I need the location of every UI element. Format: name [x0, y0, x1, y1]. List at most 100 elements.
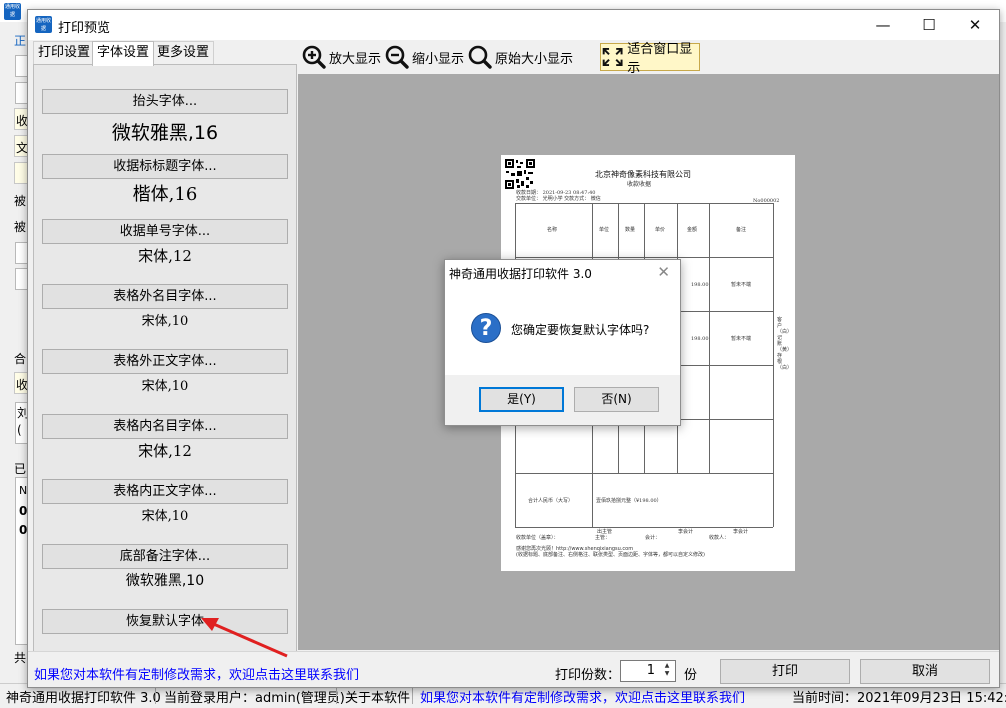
font-settings-pane: 抬头字体... 微软雅黑,16 收据标标题字体... 楷体,16 收据单号字体.… [33, 64, 297, 652]
tab-more-settings[interactable]: 更多设置 [152, 41, 215, 64]
receipt-subtitle: 收款收据 [627, 181, 652, 188]
row-remark: 暂未不端 [731, 336, 752, 342]
footer-font-value: 微软雅黑,10 [125, 573, 205, 589]
close-button[interactable]: ✕ [952, 10, 998, 40]
zoom-in-label: 放大显示 [329, 51, 382, 67]
table-header: 名称 [547, 227, 558, 233]
zoom-out-label: 缩小显示 [412, 51, 465, 67]
copies-label: 打印份数： [555, 668, 621, 683]
table-line [773, 203, 774, 527]
bg-label: 正 [14, 34, 27, 48]
row-amount: 198.00 [691, 336, 709, 342]
table-header: 单位 [599, 227, 610, 233]
outer-text-font-button[interactable]: 表格外正文字体... [42, 349, 288, 374]
sig-extra: 李会计 [733, 529, 749, 535]
header-font-value: 微软雅黑,16 [111, 122, 219, 144]
bg-label: 已 [14, 462, 27, 476]
dialog-close-button[interactable]: ✕ [657, 263, 670, 281]
question-icon: ? [471, 313, 501, 343]
title-font-value: 楷体,16 [132, 184, 198, 205]
qr-code-icon [505, 159, 535, 189]
zoom-in-button[interactable]: 放大显示 [302, 43, 381, 71]
app-logo-icon: 通用收据 [35, 16, 52, 33]
status-contact-link[interactable]: 如果您对本软件有定制修改需求，欢迎点击这里联系我们 [420, 687, 745, 706]
maximize-button[interactable]: ☐ [906, 10, 952, 40]
original-size-button[interactable]: 原始大小显示 [468, 43, 573, 71]
status-divider [336, 688, 337, 704]
table-line [515, 473, 773, 474]
receipt-unit: 交款单位： 光明小学 交款方式： 微信 [516, 196, 601, 202]
status-time: 当前时间：2021年09月23日 15:42:55 [792, 691, 1006, 706]
receipt-company: 北京神奇像素科技有限公司 [595, 170, 691, 179]
signature-label: 主管： [595, 535, 611, 541]
fit-window-icon [602, 47, 623, 67]
bottom-bar: 如果您对本软件有定制修改需求，欢迎点击这里联系我们 打印份数： 1 ▲ ▼ 份 打… [28, 651, 999, 687]
outer-label-font-value: 宋体,10 [141, 314, 189, 329]
magnifier-icon [468, 45, 492, 69]
dialog-button-bar: 是(Y) 否(N) [445, 375, 680, 425]
zoom-in-icon [302, 45, 326, 69]
copies-value: 1 [646, 663, 655, 678]
signature-label: 收款单位（盖章）： [516, 535, 559, 541]
bg-label: 共 [14, 651, 27, 665]
window-titlebar: 通用收据 打印预览 — ☐ ✕ [28, 10, 999, 40]
status-about-link[interactable]: 关于本软件 [345, 687, 410, 706]
title-font-button[interactable]: 收据标标题字体... [42, 154, 288, 179]
header-font-button[interactable]: 抬头字体... [42, 89, 288, 114]
inner-label-font-button[interactable]: 表格内名目字体... [42, 414, 288, 439]
receipt-footer: (收据标题、底部备注、右侧格注、联张类型、页面边距、字体等，都可以自定义修改) [516, 552, 705, 558]
app-logo-icon: 通用收据 [4, 3, 21, 20]
total-label: 合计人民币（大写） [528, 498, 574, 504]
inner-text-font-value: 宋体,10 [141, 509, 189, 524]
dialog-title: 神奇通用收据打印软件 3.0 [449, 267, 592, 281]
number-font-value: 宋体,12 [138, 247, 192, 265]
minimize-button[interactable]: — [860, 10, 906, 40]
signature-label: 收款人： [709, 535, 730, 541]
table-header: 单价 [655, 227, 666, 233]
bg-label: 合 [14, 352, 27, 366]
status-current-user: 当前登录用户：admin(管理员) [164, 691, 345, 706]
tab-font-settings[interactable]: 字体设置 [92, 41, 155, 66]
status-app-name: 神奇通用收据打印软件 3.0 [6, 691, 161, 706]
table-line [709, 203, 710, 473]
fit-window-button[interactable]: 适合窗口显示 [600, 42, 700, 76]
bg-label: 被 [14, 194, 27, 208]
table-header: 金额 [687, 227, 698, 233]
dialog-message: 您确定要恢复默认字体吗? [511, 323, 650, 337]
inner-label-font-value: 宋体,12 [138, 442, 192, 460]
outer-text-font-value: 宋体,10 [141, 379, 189, 394]
confirm-dialog: 神奇通用收据打印软件 3.0 ✕ ? 您确定要恢复默认字体吗? 是(Y) 否(N… [444, 259, 681, 426]
total-value: 壹佰玖拾捌元整（¥198.00） [596, 498, 662, 504]
table-line [515, 527, 773, 528]
outer-label-font-button[interactable]: 表格外名目字体... [42, 284, 288, 309]
receipt-side-text: 客户（白）记账（黄）存根（白） [777, 317, 793, 371]
status-divider [412, 688, 413, 704]
window-title: 打印预览 [58, 21, 111, 36]
footer-font-button[interactable]: 底部备注字体... [42, 544, 288, 569]
tab-print-settings[interactable]: 打印设置 [33, 41, 96, 64]
inner-text-font-button[interactable]: 表格内正文字体... [42, 479, 288, 504]
restore-default-font-button[interactable]: 恢复默认字体 [42, 609, 288, 634]
no-button[interactable]: 否(N) [574, 387, 659, 412]
row-remark: 暂未不端 [731, 282, 752, 288]
cancel-button[interactable]: 取消 [860, 659, 990, 684]
zoom-out-button[interactable]: 缩小显示 [385, 43, 464, 71]
contact-link[interactable]: 如果您对本软件有定制修改需求，欢迎点击这里联系我们 [34, 664, 359, 683]
number-font-button[interactable]: 收据单号字体... [42, 219, 288, 244]
copies-stepper[interactable]: 1 ▲ ▼ [620, 660, 676, 682]
status-divider [155, 688, 156, 704]
row-amount: 198.00 [691, 282, 709, 288]
copies-unit: 份 [684, 668, 698, 683]
fit-window-label: 适合窗口显示 [627, 42, 693, 76]
yes-button[interactable]: 是(Y) [479, 387, 564, 412]
sig-extra: 李会计 [678, 529, 694, 535]
table-header: 数量 [625, 227, 636, 233]
spin-arrows-icon[interactable]: ▲ ▼ [660, 662, 674, 680]
background-left-strip: 正 收 文 被 被 合 收 刘 ( 已 N 0 0 共 [0, 22, 30, 682]
zoom-out-icon [385, 45, 409, 69]
print-button[interactable]: 打印 [720, 659, 850, 684]
signature-label: 会计： [645, 535, 661, 541]
original-size-label: 原始大小显示 [495, 51, 574, 67]
bg-label: 被 [14, 220, 27, 234]
table-line [592, 473, 593, 527]
